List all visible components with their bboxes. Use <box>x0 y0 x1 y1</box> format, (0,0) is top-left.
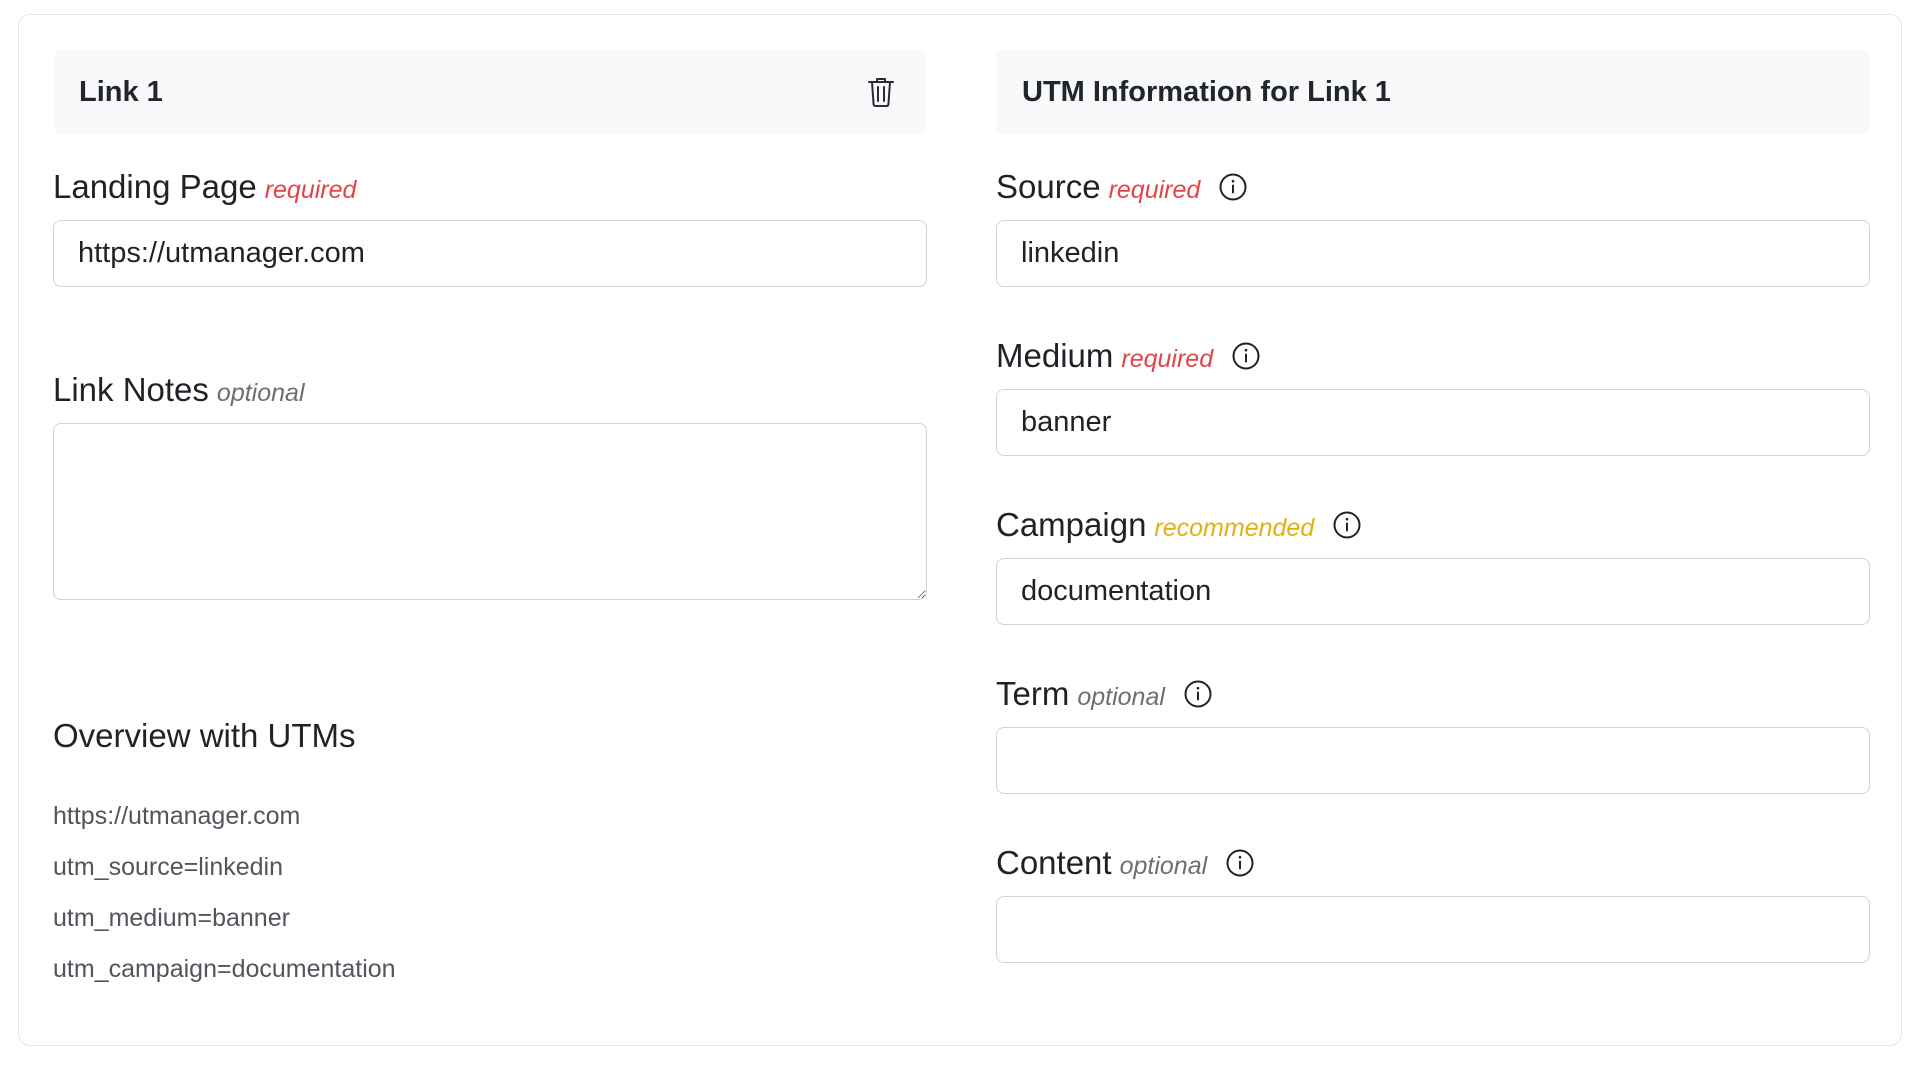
link-card: Link 1 Landing Page required Link Notes … <box>18 14 1902 1046</box>
term-label: Term optional <box>996 672 1213 716</box>
recommended-tag: recommended <box>1154 513 1315 542</box>
overview-title: Overview with UTMs <box>53 717 356 754</box>
medium-input[interactable] <box>996 389 1870 456</box>
campaign-label: Campaign recommended <box>996 503 1362 547</box>
trash-icon[interactable] <box>861 72 901 112</box>
landing-page-label-text: Landing Page <box>53 168 257 205</box>
overview-line-source: utm_source=linkedin <box>53 853 283 881</box>
source-label: Source required <box>996 165 1248 209</box>
campaign-input[interactable] <box>996 558 1870 625</box>
link-notes-label-text: Link Notes <box>53 371 209 408</box>
overview-line-url: https://utmanager.com <box>53 802 301 830</box>
info-circle-icon[interactable] <box>1218 172 1248 202</box>
term-input[interactable] <box>996 727 1870 794</box>
source-input[interactable] <box>996 220 1870 287</box>
info-circle-icon[interactable] <box>1332 510 1362 540</box>
medium-label-text: Medium <box>996 337 1114 374</box>
content-label-text: Content <box>996 844 1112 881</box>
campaign-label-text: Campaign <box>996 506 1147 543</box>
required-tag: required <box>1108 175 1201 204</box>
optional-tag: optional <box>216 378 305 407</box>
landing-page-input[interactable] <box>53 220 927 287</box>
optional-tag: optional <box>1119 851 1208 880</box>
optional-tag: optional <box>1077 682 1165 711</box>
medium-label: Medium required <box>996 334 1261 378</box>
utm-header: UTM Information for Link 1 <box>996 50 1870 134</box>
link-title: Link 1 <box>79 75 163 108</box>
required-tag: required <box>264 175 357 204</box>
content-input[interactable] <box>996 896 1870 963</box>
content-label: Content optional <box>996 841 1255 885</box>
info-circle-icon[interactable] <box>1231 341 1261 371</box>
overview-line-medium: utm_medium=banner <box>53 904 290 932</box>
required-tag: required <box>1121 344 1214 373</box>
term-label-text: Term <box>996 675 1070 712</box>
link-notes-textarea[interactable] <box>53 423 927 600</box>
info-circle-icon[interactable] <box>1225 848 1255 878</box>
source-label-text: Source <box>996 168 1101 205</box>
overview-line-campaign: utm_campaign=documentation <box>53 955 396 983</box>
utm-title: UTM Information for Link 1 <box>1022 75 1391 108</box>
link-header: Link 1 <box>53 50 927 134</box>
link-notes-label: Link Notes optional <box>53 368 305 412</box>
landing-page-label: Landing Page required <box>53 165 356 209</box>
info-circle-icon[interactable] <box>1183 679 1213 709</box>
